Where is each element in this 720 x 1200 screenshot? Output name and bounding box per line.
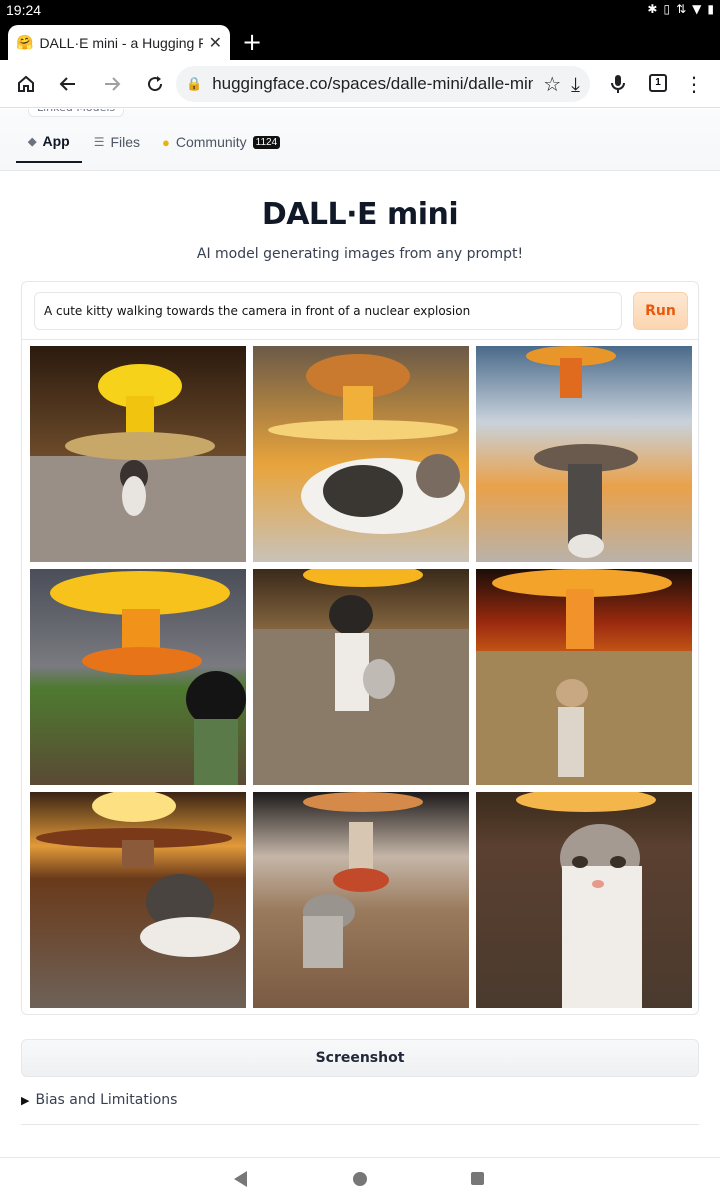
- more-vert-icon: ⋮: [684, 72, 704, 96]
- forward-arrow-icon: [105, 77, 121, 91]
- prompt-input[interactable]: A cute kitty walking towards the camera …: [34, 292, 622, 330]
- gallery-image[interactable]: [476, 346, 692, 562]
- vibrate-icon: ▯: [663, 2, 671, 16]
- menu-button[interactable]: ⋮: [680, 70, 708, 98]
- tab-app[interactable]: ◆ App: [16, 133, 82, 163]
- community-count-badge: 1124: [252, 135, 281, 149]
- page-title: DALL·E mini: [261, 197, 459, 232]
- close-icon[interactable]: ✕: [209, 33, 222, 52]
- cube-icon: ◆: [28, 135, 37, 148]
- hugging-face-icon: 🤗: [16, 34, 34, 51]
- url-text[interactable]: huggingface.co/spaces/dalle-mini/dalle-m…: [212, 74, 533, 94]
- star-icon[interactable]: ☆: [543, 72, 561, 96]
- page-subtitle: AI model generating images from any prom…: [196, 246, 524, 262]
- back-arrow-icon: [59, 77, 75, 91]
- gallery-image[interactable]: [253, 792, 469, 1008]
- gallery-image[interactable]: [30, 346, 246, 562]
- tab-community-label: Community: [175, 134, 247, 150]
- tab-files[interactable]: ☰ Files: [94, 134, 140, 162]
- space-tabs: ◆ App ☰ Files ● Community 1124: [16, 133, 281, 163]
- tab-files-label: Files: [110, 134, 141, 150]
- gallery-image[interactable]: [476, 569, 692, 785]
- nav-home-icon[interactable]: [353, 1172, 367, 1186]
- battery-icon: ▮: [707, 2, 714, 16]
- reload-button[interactable]: [141, 70, 169, 98]
- home-icon: [18, 75, 34, 92]
- bias-limitations-label: Bias and Limitations: [35, 1092, 178, 1108]
- new-tab-button[interactable]: +: [242, 28, 262, 56]
- data-icon: ⇅: [676, 2, 687, 16]
- wifi-icon: ▼: [692, 2, 702, 16]
- bias-limitations-toggle[interactable]: ▶ Bias and Limitations: [21, 1092, 177, 1108]
- system-nav-bar: [0, 1157, 720, 1200]
- reload-icon: [148, 76, 163, 92]
- status-icons: ✱ ▯ ⇅ ▼ ▮: [647, 2, 714, 16]
- tab-switcher-button[interactable]: 1: [649, 74, 667, 92]
- files-icon: ☰: [93, 135, 105, 149]
- gallery-image[interactable]: [476, 792, 692, 1008]
- gallery-image[interactable]: [253, 569, 469, 785]
- gallery-image[interactable]: [30, 569, 246, 785]
- tab-community[interactable]: ● Community 1124: [162, 134, 281, 162]
- back-button[interactable]: [54, 70, 82, 98]
- app-panel: A cute kitty walking towards the camera …: [21, 281, 699, 1015]
- tab-strip: 🤗 DALL·E mini - a Hugging Face ✕ +: [0, 22, 720, 60]
- nav-recents-icon[interactable]: [471, 1172, 484, 1185]
- forward-button[interactable]: [98, 70, 126, 98]
- nav-back-icon[interactable]: [234, 1171, 247, 1187]
- download-icon[interactable]: ⤓: [571, 72, 580, 96]
- divider: [21, 1124, 699, 1125]
- divider: [22, 339, 698, 340]
- browser-toolbar: 🔒 huggingface.co/spaces/dalle-mini/dalle…: [0, 60, 720, 108]
- gallery-image[interactable]: [253, 346, 469, 562]
- address-bar[interactable]: 🔒 huggingface.co/spaces/dalle-mini/dalle…: [176, 66, 590, 102]
- tab-app-label: App: [42, 133, 70, 149]
- page-content: Linked Models ◆ App ☰ Files ● Community …: [0, 109, 720, 1157]
- run-button[interactable]: Run: [633, 292, 688, 330]
- screenshot-button[interactable]: Screenshot: [21, 1039, 699, 1077]
- tab-title: DALL·E mini - a Hugging Face: [39, 34, 203, 51]
- bluetooth-icon: ✱: [647, 2, 658, 16]
- status-time: 19:24: [6, 2, 42, 18]
- browser-tab[interactable]: 🤗 DALL·E mini - a Hugging Face ✕: [8, 25, 230, 60]
- microphone-icon: [611, 75, 625, 93]
- gallery-image[interactable]: [30, 792, 246, 1008]
- linked-models-chip[interactable]: Linked Models: [28, 109, 125, 117]
- voice-search-button[interactable]: [604, 70, 632, 98]
- lock-icon: 🔒: [186, 76, 203, 92]
- community-icon: ●: [162, 134, 170, 150]
- home-button[interactable]: [12, 70, 40, 98]
- space-header: Linked Models ◆ App ☰ Files ● Community …: [0, 109, 720, 171]
- status-bar: 19:24 ✱ ▯ ⇅ ▼ ▮: [0, 0, 720, 22]
- triangle-right-icon: ▶: [21, 1093, 30, 1107]
